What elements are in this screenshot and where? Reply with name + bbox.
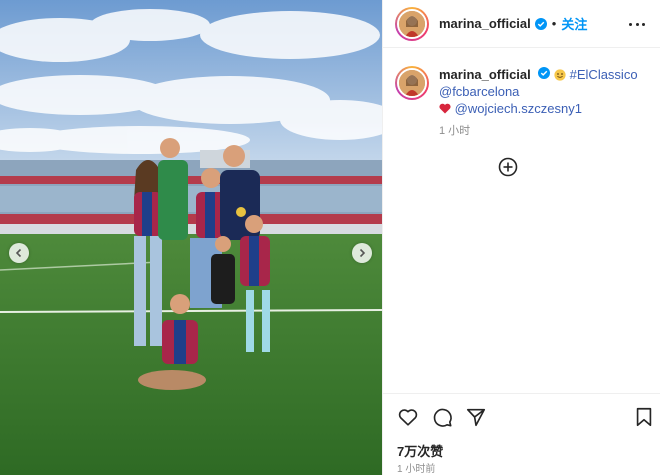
caption-username[interactable]: marina_official: [439, 67, 531, 82]
follow-button[interactable]: 关注: [561, 14, 587, 33]
avatar-photo: [399, 70, 425, 96]
author-avatar[interactable]: [395, 6, 429, 41]
stadium-family-photo: [0, 0, 382, 475]
smiling-face-emoji-icon: [554, 69, 566, 81]
posted-time: 1 小时前: [397, 464, 436, 475]
caption-author-avatar[interactable]: [395, 66, 429, 100]
post-photo[interactable]: [0, 0, 382, 475]
action-bar: [397, 406, 655, 430]
likes-count[interactable]: 7万次赞: [397, 441, 443, 460]
post-header: marina_official • 关注: [383, 0, 660, 48]
next-photo-button[interactable]: [352, 243, 372, 263]
bookmark-icon: [636, 407, 652, 427]
previous-photo-button[interactable]: [9, 243, 29, 263]
separator-dot: •: [551, 16, 557, 31]
mention-link-wojciech[interactable]: @wojciech.szczesny1: [455, 101, 582, 116]
post-side-panel: marina_official • 关注 marina_official #El…: [382, 0, 660, 475]
caption-time: 1 小时: [439, 125, 471, 137]
share-button[interactable]: [465, 406, 487, 428]
paper-plane-icon: [466, 408, 486, 427]
comment-icon: [433, 408, 452, 427]
hashtag-link[interactable]: #ElClassico: [570, 67, 638, 82]
post-actions: 7万次赞 1 小时前: [383, 393, 660, 475]
mention-link-fcbarcelona[interactable]: @fcbarcelona: [439, 84, 519, 99]
verified-badge-icon: [538, 67, 551, 79]
save-button[interactable]: [633, 406, 655, 428]
avatar-photo: [399, 10, 425, 37]
chevron-left-icon: [15, 248, 22, 258]
author-username[interactable]: marina_official: [439, 16, 531, 31]
chevron-right-icon: [359, 248, 366, 258]
verified-badge-icon: [534, 17, 547, 30]
red-heart-emoji-icon: [439, 103, 451, 114]
more-options-icon[interactable]: [629, 17, 645, 31]
caption-text: marina_official #ElClassico @fcbarcelona…: [439, 66, 638, 140]
instagram-post: marina_official • 关注 marina_official #El…: [0, 0, 660, 475]
post-caption: marina_official #ElClassico @fcbarcelona…: [395, 66, 655, 140]
heart-icon: [398, 409, 418, 426]
plus-circle-icon[interactable]: [498, 157, 518, 177]
like-button[interactable]: [397, 406, 419, 428]
comment-button[interactable]: [431, 406, 453, 428]
